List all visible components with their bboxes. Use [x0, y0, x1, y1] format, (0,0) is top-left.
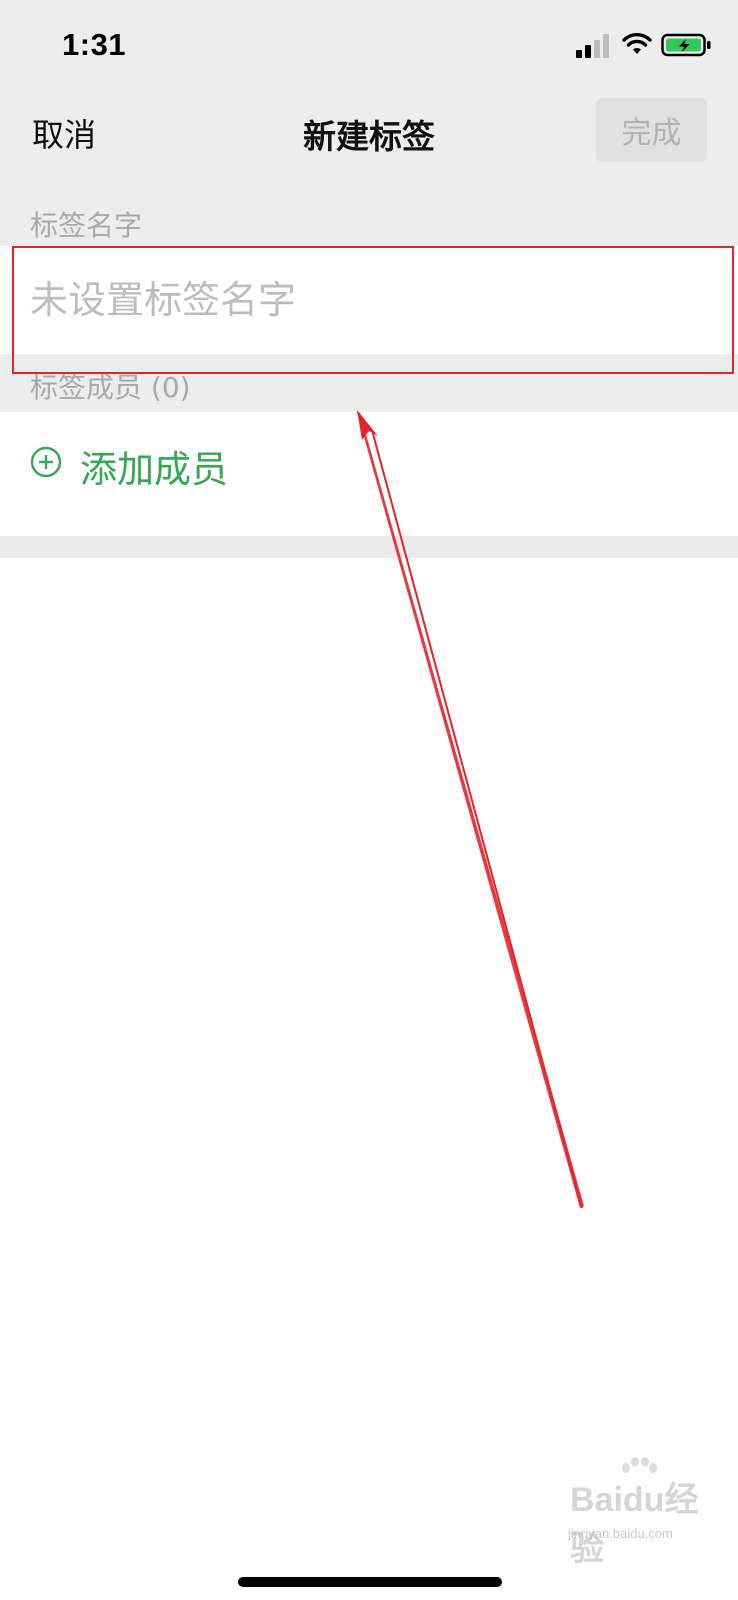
tag-name-input[interactable]: [30, 272, 690, 328]
signal-icon: [576, 34, 609, 58]
tag-name-section-label: 标签名字: [30, 209, 143, 242]
status-bar: 1:31: [0, 0, 738, 96]
wifi-icon: [622, 33, 652, 54]
tag-members-section-label: 标签成员 (0): [30, 371, 191, 404]
status-time: 1:31: [62, 27, 127, 62]
navigation-bar: 取消 新建标签 完成: [0, 96, 738, 166]
battery-charging-icon: [661, 33, 711, 57]
baidu-watermark: Baidu经验 jingyan.baidu.com: [560, 1457, 730, 1568]
add-member-label[interactable]: 添加成员: [80, 448, 228, 492]
done-button[interactable]: 完成: [596, 98, 707, 162]
section-separator: [0, 536, 738, 558]
add-circle-icon: [30, 446, 62, 478]
tag-name-row: [0, 246, 738, 354]
watermark-url: jingyan.baidu.com: [568, 1526, 673, 1541]
home-indicator[interactable]: [238, 1577, 502, 1587]
watermark-brand: Baidu经验: [570, 1481, 699, 1568]
